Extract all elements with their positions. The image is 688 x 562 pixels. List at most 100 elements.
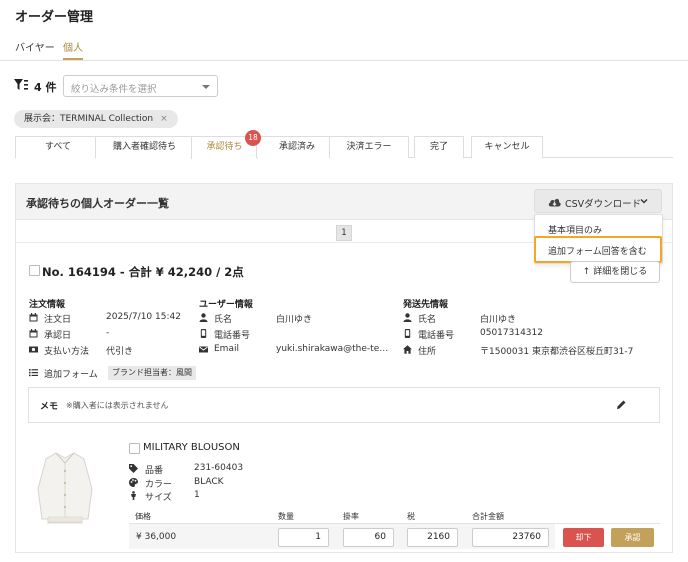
- phone-icon: [404, 329, 411, 338]
- shipping-info-heading: 発送先情報: [403, 300, 449, 310]
- close-details-button[interactable]: ↑ 詳細を閉じる: [570, 261, 660, 283]
- option-highlight: [534, 236, 662, 263]
- reject-button[interactable]: 却下: [563, 528, 604, 547]
- price-table-header: 価格 数量 掛率 税 合計金額: [129, 507, 660, 524]
- pencil-icon[interactable]: [616, 399, 627, 410]
- page-number-button[interactable]: 1: [336, 225, 352, 241]
- tab-all[interactable]: すべて: [15, 136, 101, 158]
- total-input[interactable]: 23760: [472, 528, 549, 547]
- tab-label: キャンセル: [484, 142, 530, 152]
- pending-count-badge: 18: [245, 130, 261, 146]
- product-color-value: BLACK: [194, 477, 224, 487]
- memo-box: メモ ※購入者には表示されません: [28, 387, 660, 423]
- tab-payment-error[interactable]: 決済エラー: [329, 136, 409, 158]
- product-code-label: 品番: [145, 466, 164, 476]
- money-icon: [29, 346, 38, 353]
- tab-label: 決済エラー: [346, 142, 392, 152]
- order-title: No. 164194 - 合計 ¥ 42,240 / 2点: [42, 265, 244, 279]
- user-icon: [199, 313, 208, 322]
- approve-button[interactable]: 承認: [611, 528, 654, 547]
- phone-icon: [200, 329, 207, 338]
- shipping-address-value: 〒1500031 東京都渋谷区桜丘町31-7: [480, 347, 634, 357]
- user-email-value: yuki.shirakawa@the-te…: [276, 344, 389, 354]
- filter-icon: [14, 79, 28, 90]
- user-name-value: 白川ゆき: [276, 315, 313, 325]
- top-nav: バイヤー 個人: [0, 31, 688, 61]
- list-icon: [29, 369, 38, 377]
- product-code-value: 231-60403: [194, 463, 244, 473]
- result-count: 4 件: [34, 81, 57, 94]
- price-value: ¥ 36,000: [136, 532, 177, 542]
- close-icon[interactable]: ×: [160, 114, 168, 124]
- user-info-heading: ユーザー情報: [199, 300, 253, 310]
- order-checkbox[interactable]: [29, 265, 40, 276]
- home-icon: [403, 345, 412, 354]
- cloud-download-icon: [548, 198, 561, 207]
- product-name: MILITARY BLOUSON: [143, 442, 240, 453]
- rate-input[interactable]: 60: [343, 528, 394, 547]
- payment-method-label: 支払い方法: [44, 347, 90, 357]
- tab-approved[interactable]: 承認済み: [256, 136, 338, 158]
- user-icon: [403, 313, 412, 322]
- product-image: [37, 452, 93, 524]
- tab-awaiting-buyer[interactable]: 購入者確認待ち: [95, 136, 194, 158]
- product-size-label: サイズ: [145, 493, 172, 503]
- product-size-value: 1: [194, 490, 200, 500]
- mail-icon: [199, 346, 208, 353]
- col-rate: 掛率: [343, 512, 359, 521]
- csv-option-basic[interactable]: 基本項目のみ: [548, 223, 602, 236]
- col-price: 価格: [135, 512, 151, 521]
- palette-icon: [129, 478, 138, 487]
- extra-form-tag: ブランド担当者：風間: [108, 366, 196, 380]
- chevron-down-icon: [202, 85, 210, 89]
- col-total: 合計金額: [472, 512, 504, 521]
- filter-select[interactable]: 絞り込み条件を選択: [63, 75, 218, 97]
- csv-download-label: CSVダウンロード: [565, 199, 642, 210]
- active-tab-underline: [63, 58, 83, 60]
- filter-select-placeholder: 絞り込み条件を選択: [71, 84, 157, 95]
- product-checkbox[interactable]: [129, 443, 140, 454]
- calendar-icon: [29, 313, 38, 322]
- tag-icon: [129, 464, 138, 473]
- extra-form-label: 追加フォーム: [44, 370, 98, 380]
- shipping-address-label: 住所: [418, 347, 437, 357]
- quantity-input[interactable]: 1: [278, 528, 329, 547]
- user-name-label: 氏名: [214, 315, 233, 325]
- user-email-label: Email: [214, 344, 239, 354]
- approval-date-label: 承認日: [44, 331, 72, 341]
- nav-tab-buyer[interactable]: バイヤー: [15, 39, 55, 54]
- memo-title: メモ: [40, 402, 59, 412]
- order-info-heading: 注文情報: [29, 300, 66, 310]
- status-tabs: すべて 購入者確認待ち 承認待ち 承認済み 決済エラー 完了 キャンセル: [15, 136, 673, 159]
- csv-download-button[interactable]: CSVダウンロード: [534, 189, 662, 213]
- person-icon: [131, 491, 136, 500]
- tab-label: 購入者確認待ち: [112, 142, 176, 152]
- filter-chip: 展示会：TERMINAL Collection ×: [14, 110, 178, 128]
- shipping-phone-label: 電話番号: [418, 331, 455, 341]
- col-tax: 税: [407, 512, 415, 521]
- tab-label: すべて: [44, 142, 71, 152]
- approval-date-value: -: [106, 328, 110, 338]
- chevron-down-icon: [640, 199, 648, 204]
- tab-label: 完了: [429, 142, 448, 152]
- tab-cancelled[interactable]: キャンセル: [471, 136, 543, 158]
- tab-completed[interactable]: 完了: [414, 136, 464, 158]
- tax-input[interactable]: 2160: [407, 528, 458, 547]
- user-phone-label: 電話番号: [214, 331, 251, 341]
- product-color-label: カラー: [145, 480, 173, 490]
- memo-note: ※購入者には表示されません: [66, 401, 169, 410]
- tab-label: 承認済み: [278, 142, 315, 152]
- order-date-label: 注文日: [44, 315, 72, 325]
- nav-tab-individual[interactable]: 個人: [63, 39, 83, 54]
- tab-label: 承認待ち: [206, 142, 243, 152]
- shipping-name-label: 氏名: [418, 315, 437, 325]
- panel-title: 承認待ちの個人オーダー一覧: [26, 197, 169, 210]
- col-quantity: 数量: [278, 512, 294, 521]
- page-title: オーダー管理: [15, 10, 94, 25]
- filter-chip-label: 展示会：TERMINAL Collection: [24, 114, 154, 124]
- order-date-value: 2025/7/10 15:42: [106, 312, 181, 322]
- shipping-name-value: 白川ゆき: [480, 315, 517, 325]
- calendar-icon: [29, 329, 38, 338]
- payment-method-value: 代引き: [106, 347, 134, 357]
- shipping-phone-value: 05017314312: [480, 328, 543, 338]
